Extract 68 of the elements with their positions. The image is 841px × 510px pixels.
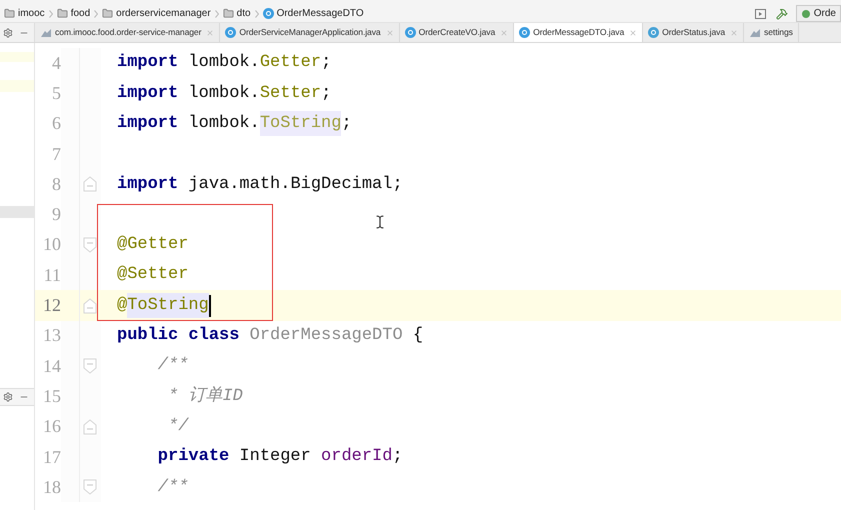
row-highlight	[0, 52, 34, 62]
row-highlight	[0, 80, 34, 92]
line-number: 9	[51, 203, 61, 226]
breadcrumb-item[interactable]: orderservicemanager	[102, 6, 211, 21]
fold-marker-icon	[82, 236, 96, 253]
settings-icon[interactable]	[3, 28, 13, 38]
enum-icon	[648, 27, 660, 38]
line-number: 16	[42, 415, 61, 438]
breadcrumb-item[interactable]: food	[56, 6, 90, 21]
folder-icon	[56, 8, 68, 19]
module-icon	[40, 28, 52, 38]
run-configuration-button[interactable]: Orde	[796, 5, 841, 22]
chevron-right-icon	[214, 10, 219, 18]
code-line: * 订单ID	[167, 385, 243, 408]
close-icon[interactable]	[730, 28, 738, 36]
code-line: private Integer orderId;	[156, 446, 403, 468]
class-icon	[262, 8, 274, 19]
fold-marker-icon	[82, 358, 96, 374]
code-line: @Setter	[116, 264, 188, 286]
line-number: 7	[51, 142, 61, 166]
module-icon	[749, 28, 762, 38]
breadcrumb-item[interactable]: imooc	[4, 6, 45, 21]
line-number: 8	[51, 172, 61, 196]
chevron-right-icon	[94, 10, 98, 18]
code-line: import lombok.Getter;	[116, 52, 332, 74]
code-line: import lombok.Setter;	[116, 82, 332, 105]
line-number: 13	[42, 324, 61, 348]
line-number: 6	[51, 112, 61, 136]
line-number: 11	[42, 264, 61, 287]
code-line: /**	[156, 355, 188, 378]
line-number: 14	[42, 354, 61, 378]
hammer-icon[interactable]	[776, 8, 788, 20]
code-line: public class OrderMessageDTO {	[116, 325, 424, 348]
fold-marker-icon	[82, 479, 96, 496]
code-line: import java.math.BigDecimal;	[116, 174, 403, 196]
settings-icon[interactable]	[3, 392, 13, 402]
close-icon[interactable]	[206, 28, 214, 36]
run-config-icon	[800, 8, 811, 18]
chevron-right-icon	[254, 10, 259, 18]
class-icon	[404, 27, 416, 38]
line-number: 18	[42, 476, 61, 499]
panel-icon[interactable]	[754, 8, 766, 18]
line-number: 10	[42, 233, 61, 256]
close-icon[interactable]	[629, 28, 638, 36]
chevron-right-icon	[48, 10, 53, 18]
fold-marker-icon	[82, 418, 96, 435]
close-icon[interactable]	[500, 28, 508, 36]
folder-icon	[4, 8, 15, 19]
folder-icon	[102, 8, 114, 19]
line-number: 15	[42, 384, 61, 408]
line-number: 12	[42, 294, 61, 318]
code-line: import lombok.ToString;	[101, 110, 352, 136]
class-icon	[225, 27, 236, 38]
code-line: /**	[156, 476, 188, 499]
code-line: */	[167, 416, 188, 438]
code-line: @Getter	[116, 234, 188, 256]
breadcrumb-item[interactable]: dto	[222, 6, 251, 21]
fold-marker-icon	[82, 176, 96, 192]
folder-icon	[222, 8, 234, 19]
fold-marker-icon	[82, 298, 96, 314]
breadcrumb-item[interactable]: OrderMessageDTO	[262, 6, 364, 21]
class-icon	[519, 27, 530, 38]
line-number: 17	[42, 446, 61, 468]
editor-tab[interactable]: OrderMessageDTO.java	[514, 23, 644, 42]
text-caret	[208, 294, 211, 317]
line-number: 4	[51, 52, 61, 75]
close-icon[interactable]	[386, 28, 394, 36]
line-number: 5	[51, 82, 61, 105]
